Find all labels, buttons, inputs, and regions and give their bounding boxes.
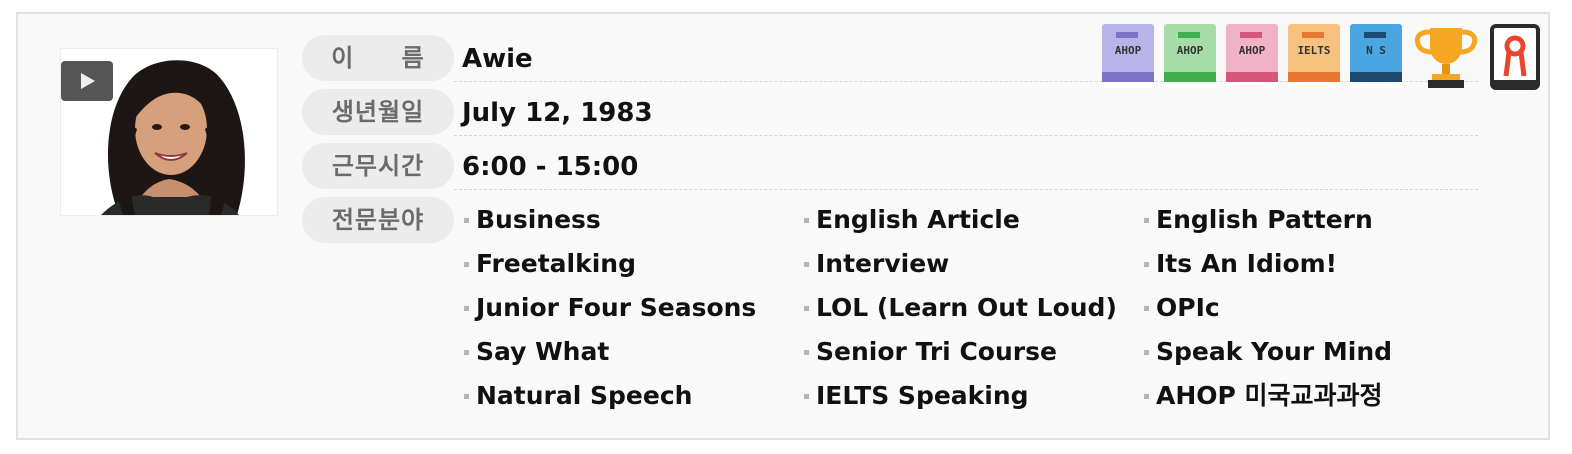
birthdate-label: 생년월일 [302, 89, 454, 135]
list-item: English Article [802, 198, 1142, 242]
list-item: Business [462, 198, 802, 242]
bullet-icon [804, 394, 809, 399]
list-item: Natural Speech [462, 374, 802, 418]
badge-ahop-purple[interactable]: AHOP [1102, 24, 1154, 88]
medal-icon[interactable] [1490, 24, 1540, 90]
bullet-icon [464, 350, 469, 355]
hours-value: 6:00 - 15:00 [462, 152, 639, 182]
bullet-icon [804, 306, 809, 311]
list-item: Say What [462, 330, 802, 374]
list-item: IELTS Speaking [802, 374, 1142, 418]
badge-ahop-pink[interactable]: AHOP [1226, 24, 1278, 88]
bullet-icon [1144, 218, 1149, 223]
list-item: Junior Four Seasons [462, 286, 802, 330]
hours-row: 근무시간 6:00 - 15:00 [302, 140, 1478, 190]
list-item: English Pattern [1142, 198, 1482, 242]
bullet-icon [1144, 350, 1149, 355]
name-label: 이 름 [302, 35, 454, 81]
hours-label: 근무시간 [302, 143, 454, 189]
birthdate-value: July 12, 1983 [462, 98, 653, 128]
bullet-icon [464, 306, 469, 311]
list-item: AHOP 미국교과과정 [1142, 374, 1482, 418]
bullet-icon [464, 394, 469, 399]
list-item: LOL (Learn Out Loud) [802, 286, 1142, 330]
play-video-button[interactable] [61, 61, 113, 101]
badge-ielts[interactable]: IELTS [1288, 24, 1340, 88]
bullet-icon [1144, 262, 1149, 267]
list-item: Senior Tri Course [802, 330, 1142, 374]
tutor-name: Awie [462, 44, 533, 74]
badge-list: AHOP AHOP AHOP IELTS N S [1102, 24, 1540, 90]
tutor-profile-card: 이 름 Awie 생년월일 July 12, 1983 근무시간 6:00 - … [16, 12, 1550, 440]
badge-ahop-green[interactable]: AHOP [1164, 24, 1216, 88]
birthdate-row: 생년월일 July 12, 1983 [302, 86, 1478, 136]
trophy-icon[interactable] [1412, 24, 1480, 90]
list-item: OPIc [1142, 286, 1482, 330]
list-item: Its An Idiom! [1142, 242, 1482, 286]
list-item: Speak Your Mind [1142, 330, 1482, 374]
bullet-icon [804, 218, 809, 223]
tutor-photo [60, 48, 278, 216]
bullet-icon [1144, 394, 1149, 399]
badge-ns[interactable]: N S [1350, 24, 1402, 88]
bullet-icon [1144, 306, 1149, 311]
specialty-label: 전문분야 [302, 197, 454, 243]
bullet-icon [804, 350, 809, 355]
specialty-list: Business English Article English Pattern… [462, 198, 1502, 418]
list-item: Freetalking [462, 242, 802, 286]
bullet-icon [464, 262, 469, 267]
list-item: Interview [802, 242, 1142, 286]
play-icon [81, 73, 95, 89]
bullet-icon [804, 262, 809, 267]
bullet-icon [464, 218, 469, 223]
